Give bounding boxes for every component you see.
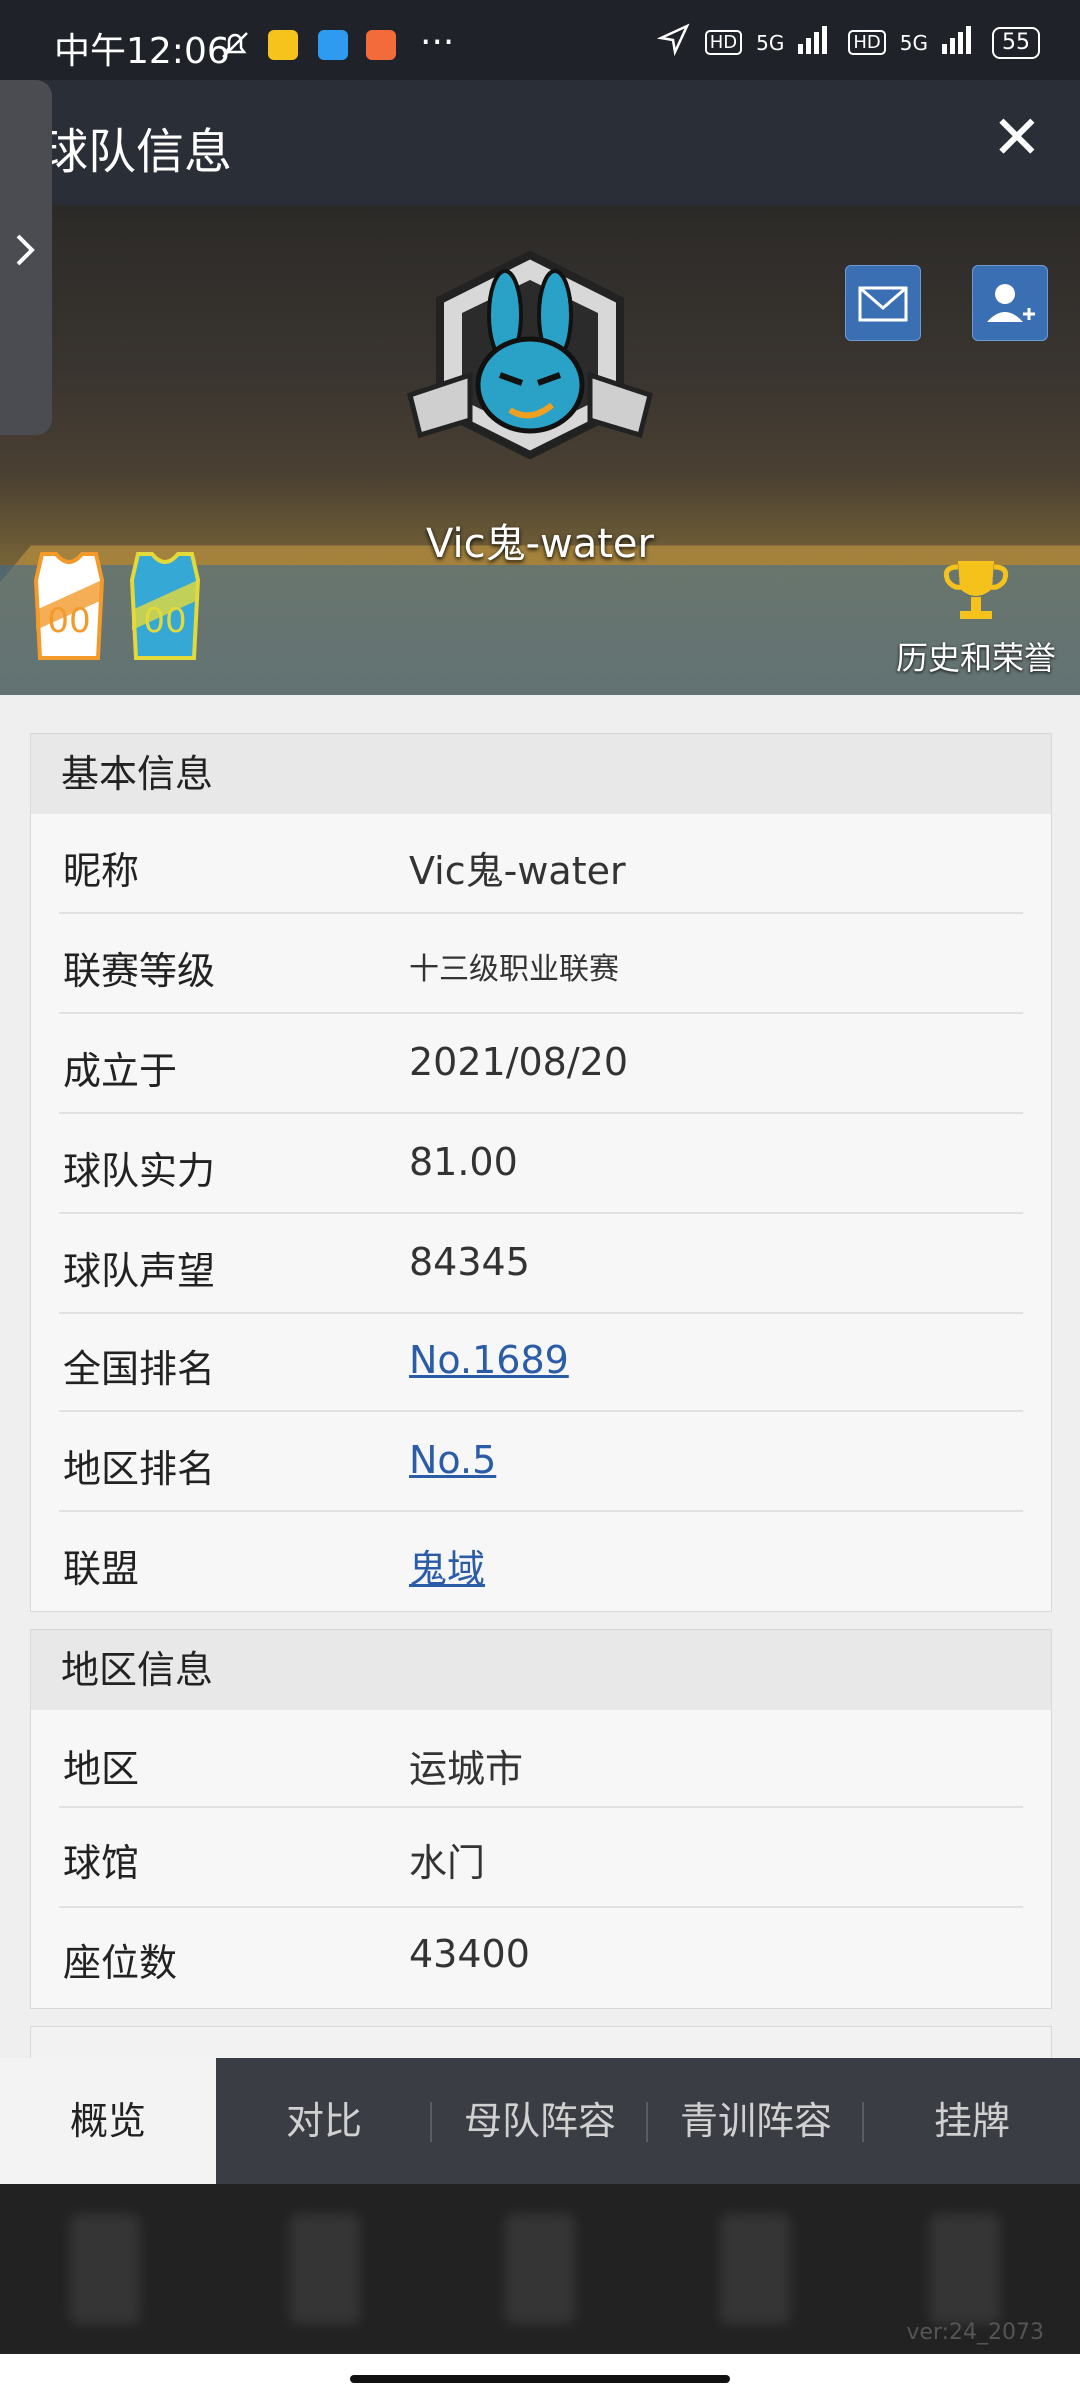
info-row-reputation: 球队声望 84345 xyxy=(59,1214,1023,1314)
tab-youth-roster[interactable]: 青训阵容 xyxy=(648,2058,864,2184)
signal-bars-icon xyxy=(798,24,834,61)
bottom-tab-bar: 概览 对比 母队阵容 青训阵容 挂牌 xyxy=(0,2058,1080,2184)
meituan-app-icon xyxy=(268,30,298,60)
info-row-alliance: 联盟 鬼域 xyxy=(59,1512,1023,1610)
side-drawer-handle[interactable] xyxy=(0,80,52,435)
info-row-seats: 座位数 43400 xyxy=(59,1908,1023,2006)
row-label: 成立于 xyxy=(63,1049,178,1093)
next-card-edge xyxy=(30,2026,1052,2059)
status-bar: 中午12:06 ··· HD 5G HD 5G 55 xyxy=(0,0,1080,80)
svg-text:00: 00 xyxy=(47,601,90,641)
location-icon xyxy=(656,22,691,63)
row-label: 全国排名 xyxy=(63,1347,216,1391)
row-label: 地区排名 xyxy=(63,1447,216,1491)
trophy-icon xyxy=(936,561,1016,629)
info-row-founded: 成立于 2021/08/20 xyxy=(59,1014,1023,1114)
add-friend-button[interactable] xyxy=(972,265,1048,341)
history-honors-label: 历史和荣誉 xyxy=(895,639,1056,677)
basic-info-title: 基本信息 xyxy=(31,734,1051,814)
chevron-right-icon xyxy=(14,230,38,279)
taobao-app-icon xyxy=(366,30,396,60)
row-label: 球馆 xyxy=(63,1841,140,1885)
blurred-nav-item xyxy=(720,2214,790,2324)
blurred-bottom-nav: ver:24_2073 xyxy=(0,2184,1080,2354)
tab-main-roster[interactable]: 母队阵容 xyxy=(432,2058,648,2184)
row-label: 座位数 xyxy=(63,1941,178,1985)
tab-compare[interactable]: 对比 xyxy=(216,2058,432,2184)
home-jersey-icon[interactable]: 00 xyxy=(26,550,112,662)
info-row-arena: 球馆 水门 xyxy=(59,1808,1023,1908)
row-value: 84345 xyxy=(409,1240,530,1284)
row-value: 81.00 xyxy=(409,1140,518,1184)
team-logo xyxy=(400,245,660,495)
row-value: 43400 xyxy=(409,1932,530,1976)
tab-listing[interactable]: 挂牌 xyxy=(864,2058,1080,2184)
row-label: 联盟 xyxy=(63,1547,140,1591)
signal-5g-label: 5G xyxy=(899,30,928,55)
blurred-nav-item xyxy=(70,2214,140,2324)
away-jersey-icon[interactable]: 00 xyxy=(122,550,208,662)
row-value: 水门 xyxy=(409,1841,486,1885)
basic-info-card: 基本信息 昵称 Vic鬼-water 联赛等级 十三级职业联赛 成立于 2021… xyxy=(30,733,1052,1612)
add-user-icon xyxy=(973,284,1047,344)
hd-icon: HD xyxy=(848,30,886,55)
info-row-league: 联赛等级 十三级职业联赛 xyxy=(59,914,1023,1014)
row-value: 运城市 xyxy=(409,1747,524,1791)
team-banner: Vic鬼-water 00 00 历史和荣誉 xyxy=(0,205,1080,695)
blurred-nav-item xyxy=(290,2214,360,2324)
message-app-icon xyxy=(318,30,348,60)
info-row-national-rank: 全国排名 No.1689 xyxy=(59,1314,1023,1412)
row-label: 地区 xyxy=(63,1747,140,1791)
envelope-icon xyxy=(846,286,920,344)
home-indicator[interactable] xyxy=(350,2375,730,2383)
row-label: 昵称 xyxy=(63,849,140,893)
region-info-card: 地区信息 地区 运城市 球馆 水门 座位数 43400 xyxy=(30,1629,1052,2009)
blurred-nav-item xyxy=(505,2214,575,2324)
tab-label: 青训阵容 xyxy=(679,2099,832,2143)
blurred-nav-item xyxy=(930,2214,1000,2324)
close-button[interactable]: ✕ xyxy=(992,108,1042,168)
more-notifications-icon: ··· xyxy=(420,22,455,63)
national-rank-link[interactable]: No.1689 xyxy=(409,1338,569,1382)
region-rank-link[interactable]: No.5 xyxy=(409,1438,496,1482)
battery-indicator: 55 xyxy=(992,26,1040,59)
svg-text:00: 00 xyxy=(143,601,186,641)
version-label: ver:24_2073 xyxy=(906,2320,1044,2345)
tab-label: 对比 xyxy=(285,2099,362,2143)
region-info-title: 地区信息 xyxy=(31,1630,1051,1710)
page-title: 球队信息 xyxy=(40,124,233,180)
row-label: 球队实力 xyxy=(63,1149,216,1193)
history-honors-button[interactable]: 历史和荣誉 xyxy=(886,555,1066,679)
row-label: 球队声望 xyxy=(63,1249,216,1293)
info-row-nickname: 昵称 Vic鬼-water xyxy=(59,814,1023,914)
row-value: 十三级职业联赛 xyxy=(409,952,619,987)
info-row-region-rank: 地区排名 No.5 xyxy=(59,1412,1023,1512)
alliance-link[interactable]: 鬼域 xyxy=(409,1538,485,1593)
row-value: Vic鬼-water xyxy=(409,849,626,893)
row-value: 2021/08/20 xyxy=(409,1040,629,1084)
tab-overview[interactable]: 概览 xyxy=(0,2058,216,2184)
hd-icon: HD xyxy=(704,30,743,55)
mute-bell-icon xyxy=(218,28,252,62)
signal-5g-label: 5G xyxy=(756,30,785,55)
row-label: 联赛等级 xyxy=(63,949,216,993)
signal-bars-icon xyxy=(942,24,978,61)
info-row-region: 地区 运城市 xyxy=(59,1710,1023,1808)
mail-button[interactable] xyxy=(845,265,921,341)
status-time: 中午12:06 xyxy=(54,31,230,72)
page-header: 球队信息 ✕ xyxy=(0,80,1080,205)
tab-label: 母队阵容 xyxy=(463,2099,616,2143)
info-row-strength: 球队实力 81.00 xyxy=(59,1114,1023,1214)
